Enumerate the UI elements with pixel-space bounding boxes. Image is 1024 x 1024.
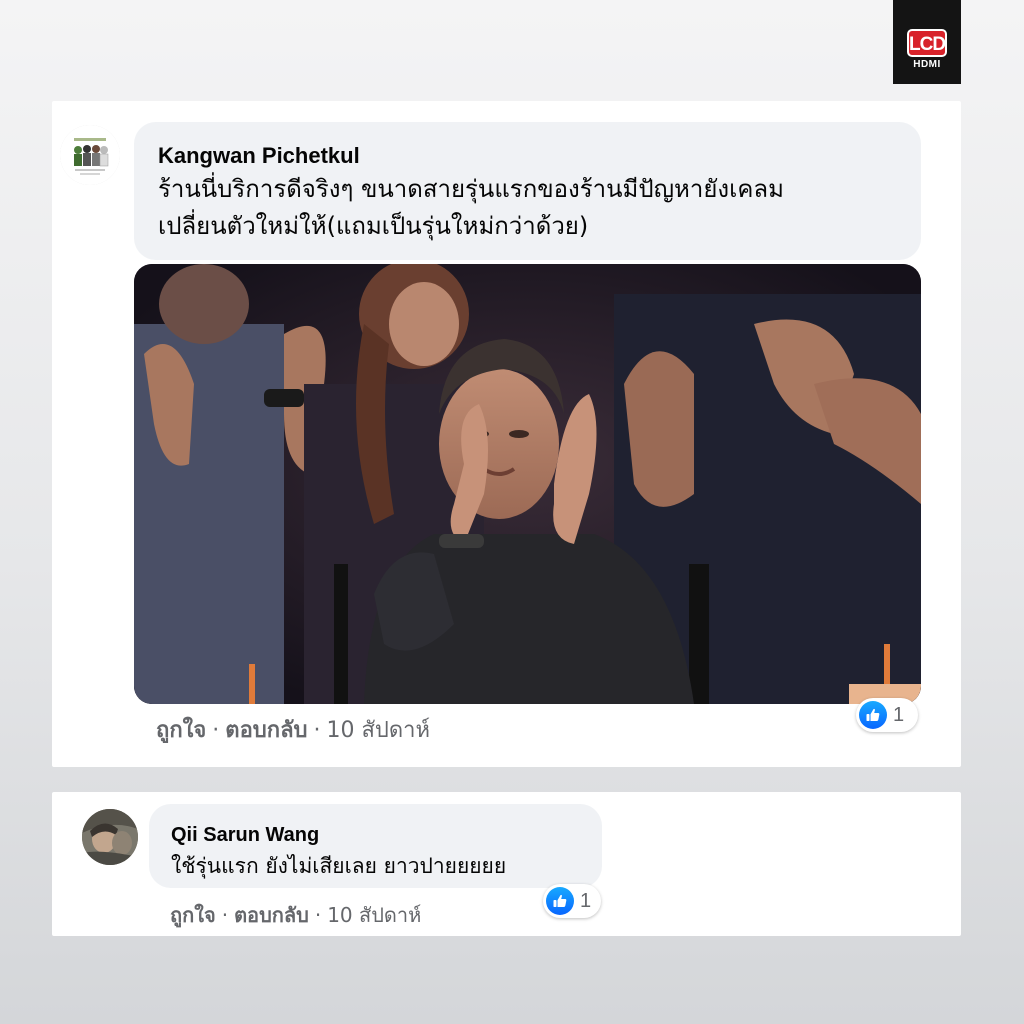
reply-link[interactable]: ตอบกลับ [225,718,307,743]
comment-author[interactable]: Kangwan Pichetkul [158,142,897,170]
like-link[interactable]: ถูกใจ [156,718,206,743]
logo-badge: LCD [907,29,947,57]
separator-dot: · [313,718,321,743]
comment-text-line-2: เปลี่ยนตัวใหม่ให้(แถมเป็นรุ่นใหม่กว่าด้ว… [158,212,589,240]
logo-sub: HDMI [913,59,941,70]
reaction-count: 1 [580,889,592,912]
timestamp[interactable]: 10 สัปดาห์ [327,903,421,927]
reaction-count-badge[interactable]: 1 [543,884,601,918]
comment-card-1: Kangwan Pichetkul ร้านนี่บริการดีจริงๆ ข… [52,101,961,767]
timestamp[interactable]: 10 สัปดาห์ [327,718,431,743]
comment-bubble: Qii Sarun Wang ใช้รุ่นแรก ยังไม่เสียเลย … [149,804,602,888]
thumbs-up-icon [859,701,887,729]
reaction-count-badge[interactable]: 1 [856,698,918,732]
comment-text-line-1: ร้านนี่บริการดีจริงๆ ขนาดสายรุ่นแรกของร้… [158,175,784,203]
clapping-gif-image[interactable] [134,264,921,704]
like-link[interactable]: ถูกใจ [170,903,216,927]
reaction-count: 1 [893,703,905,726]
separator-dot: · [212,718,220,743]
lcd-hdmi-logo: LCD HDMI [893,0,961,84]
comment-actions: ถูกใจ · ตอบกลับ · 10 สัปดาห์ [170,900,421,930]
comment-bubble: Kangwan Pichetkul ร้านนี่บริการดีจริงๆ ข… [134,122,921,260]
comment-author[interactable]: Qii Sarun Wang [171,822,580,848]
avatar[interactable] [82,809,138,865]
comment-card-2: Qii Sarun Wang ใช้รุ่นแรก ยังไม่เสียเลย … [52,792,961,936]
thumbs-up-icon [546,887,574,915]
separator-dot: · [221,903,229,927]
reply-link[interactable]: ตอบกลับ [234,903,309,927]
avatar[interactable] [60,125,120,185]
separator-dot: · [314,903,322,927]
comment-text: ใช้รุ่นแรก ยังไม่เสียเลย ยาวปายยยยย [171,854,507,878]
comment-actions: ถูกใจ · ตอบกลับ · 10 สัปดาห์ [156,714,430,748]
